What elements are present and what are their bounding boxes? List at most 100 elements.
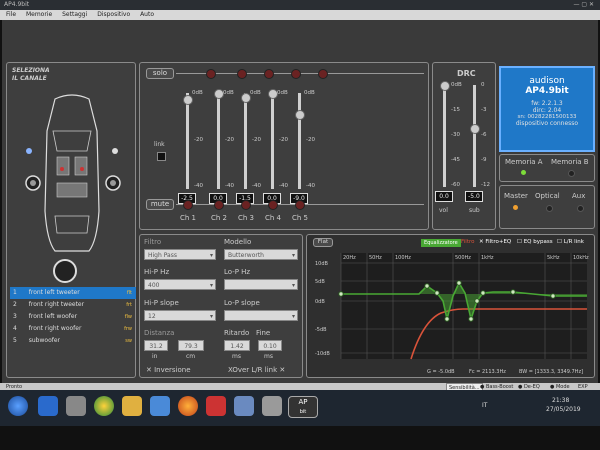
eq-db-tick-2: 0dB (315, 299, 325, 305)
channel-row-5[interactable]: 5 subwoofer sw (10, 335, 136, 347)
fader-knob-ch5[interactable] (295, 110, 305, 121)
firefox-icon[interactable] (178, 396, 198, 416)
mute-dot-ch4[interactable] (268, 200, 278, 210)
xover-link-toggle[interactable]: XOver L/R link ✕ (228, 366, 285, 374)
fader-scale-bot-ch2: -40 (225, 183, 234, 189)
app-globe-icon[interactable] (234, 396, 254, 416)
mute-dot-ch3[interactable] (241, 200, 251, 210)
fader-track-ch3[interactable] (244, 93, 247, 189)
mute-dot-ch1[interactable] (183, 200, 193, 210)
channel-row-2[interactable]: 2 front right tweeter frt (10, 299, 136, 311)
start-button-icon[interactable] (8, 396, 28, 416)
solo-dot-ch3[interactable] (264, 69, 274, 79)
language-indicator[interactable]: IT (482, 402, 487, 409)
filtro-eq-tab[interactable]: ✕ Filtro+EQ (479, 239, 511, 245)
solo-button[interactable]: solo (146, 68, 174, 79)
source-master-indicator-icon (513, 205, 518, 210)
fader-track-ch1[interactable] (186, 93, 189, 189)
distance-cm-input[interactable]: 79.3 (178, 340, 204, 351)
drc-sub-track[interactable] (473, 85, 476, 187)
eq-bypass-checkbox[interactable]: ☐ EQ bypass (517, 239, 553, 245)
network-icon[interactable] (150, 396, 170, 416)
channel-row-1[interactable]: 1 front left tweeter flt (10, 287, 136, 299)
memory-a-label[interactable]: Memoria A (505, 158, 543, 166)
eq-readout-fc: Fc = 2113.3Hz (469, 369, 506, 375)
mute-button[interactable]: mute (146, 199, 174, 210)
brand-name: audison (529, 76, 565, 86)
channel-label-ch3: Ch 3 (238, 214, 255, 222)
solo-dot-ch2[interactable] (237, 69, 247, 79)
source-optical-label[interactable]: Optical (535, 192, 560, 200)
fader-track-ch4[interactable] (271, 93, 274, 189)
mute-dot-ch2[interactable] (214, 200, 224, 210)
filtro-dropdown[interactable]: High Pass ▾ (144, 249, 216, 260)
hip-slope-label: Hi-P slope (144, 299, 179, 307)
fader-scale-top-ch4: 0dB (277, 90, 288, 96)
fader-scale-bot-ch3: -40 (252, 183, 261, 189)
lop-hz-dropdown[interactable]: ▾ (224, 279, 298, 290)
subwoofer-speaker-icon[interactable] (53, 259, 77, 283)
lr-link-checkbox[interactable]: ☐ L/R link (557, 239, 584, 245)
audison-app-taskbar-icon[interactable]: AP bit (288, 396, 318, 418)
hip-slope-dropdown[interactable]: 12 ▾ (144, 310, 216, 321)
eq-panel: Flat Equalizzatore Filtro ✕ Filtro+EQ ☐ … (306, 234, 595, 378)
eq-band-point-0 (338, 291, 344, 297)
menu-file[interactable]: File (6, 11, 16, 18)
solo-dot-ch4[interactable] (291, 69, 301, 79)
channel-row-3[interactable]: 3 front left woofer flw (10, 311, 136, 323)
inversione-toggle[interactable]: ✕ Inversione (146, 366, 191, 374)
source-panel: Master Optical Aux (499, 185, 595, 229)
solo-dot-ch5[interactable] (318, 69, 328, 79)
app-gray-icon[interactable] (262, 396, 282, 416)
hip-hz-dropdown[interactable]: 400 ▾ (144, 279, 216, 290)
distance-inch-input[interactable]: 31.2 (144, 340, 168, 351)
window-controls[interactable]: — ▢ ✕ (573, 0, 594, 10)
link-checkbox[interactable] (157, 152, 166, 161)
drc-sub-scale-3: -9 (481, 157, 487, 163)
clock-time[interactable]: 21:38 (552, 397, 569, 404)
filtro-tab[interactable]: Filtro (461, 239, 474, 245)
channel-row-4[interactable]: 4 front right woofer frw (10, 323, 136, 335)
modello-dropdown[interactable]: Butterworth ▾ (224, 249, 298, 260)
ritardo-input[interactable]: 1.42 (224, 340, 250, 351)
channel-label-ch4: Ch 4 (265, 214, 282, 222)
chrome-icon[interactable] (94, 396, 114, 416)
menu-memorie[interactable]: Memorie (26, 11, 52, 18)
flat-button[interactable]: Flat (313, 238, 333, 247)
ritardo-label: Ritardo (224, 329, 250, 337)
media-player-icon[interactable] (66, 396, 86, 416)
app-area: SELEZIONA IL CANALE 1 front left tweeter (2, 20, 598, 384)
drc-vol-scale-2: -30 (451, 132, 460, 138)
equalizzatore-tab[interactable]: Equalizzatore (421, 239, 461, 247)
ie-browser-icon[interactable] (38, 396, 58, 416)
drc-vol-track[interactable] (443, 85, 446, 187)
drc-vol-scale-0: 0dB (451, 82, 462, 88)
menu-settaggi[interactable]: Settaggi (62, 11, 87, 18)
lop-slope-dropdown[interactable]: ▾ (224, 310, 298, 321)
drc-vol-value[interactable]: 0.0 (435, 191, 453, 202)
drc-sub-value[interactable]: -5.0 (465, 191, 483, 202)
fine-label: Fine (256, 329, 271, 337)
clock-date[interactable]: 27/05/2019 (546, 406, 581, 413)
app-red-icon[interactable] (206, 396, 226, 416)
menu-auto[interactable]: Auto (140, 11, 154, 18)
eq-band-point-6 (474, 298, 480, 304)
fine-input[interactable]: 0.10 (258, 340, 282, 351)
explorer-folder-icon[interactable] (122, 396, 142, 416)
distanza-label: Distanza (144, 329, 175, 337)
menu-dispositivo[interactable]: Dispositivo (97, 11, 130, 18)
solo-dot-ch1[interactable] (206, 69, 216, 79)
mute-dot-ch5[interactable] (295, 200, 305, 210)
fader-track-ch2[interactable] (217, 93, 220, 189)
drc-vol-knob[interactable] (440, 81, 450, 91)
source-aux-label[interactable]: Aux (572, 192, 585, 200)
panel-title-line1: SELEZIONA (12, 67, 50, 74)
drc-sub-label: sub (469, 207, 480, 214)
drc-sub-knob[interactable] (470, 123, 480, 134)
fader-track-ch5[interactable] (298, 93, 301, 189)
source-master-label[interactable]: Master (504, 192, 528, 200)
fader-knob-ch1[interactable] (183, 94, 193, 105)
memory-b-label[interactable]: Memoria B (551, 158, 589, 166)
eq-graph[interactable]: 20Hz 50Hz 100Hz 500Hz 1kHz 5kHz 10kHz 10dB 5dB 0d… (313, 249, 591, 367)
fader-scale-mid-ch1: -20 (194, 137, 203, 143)
